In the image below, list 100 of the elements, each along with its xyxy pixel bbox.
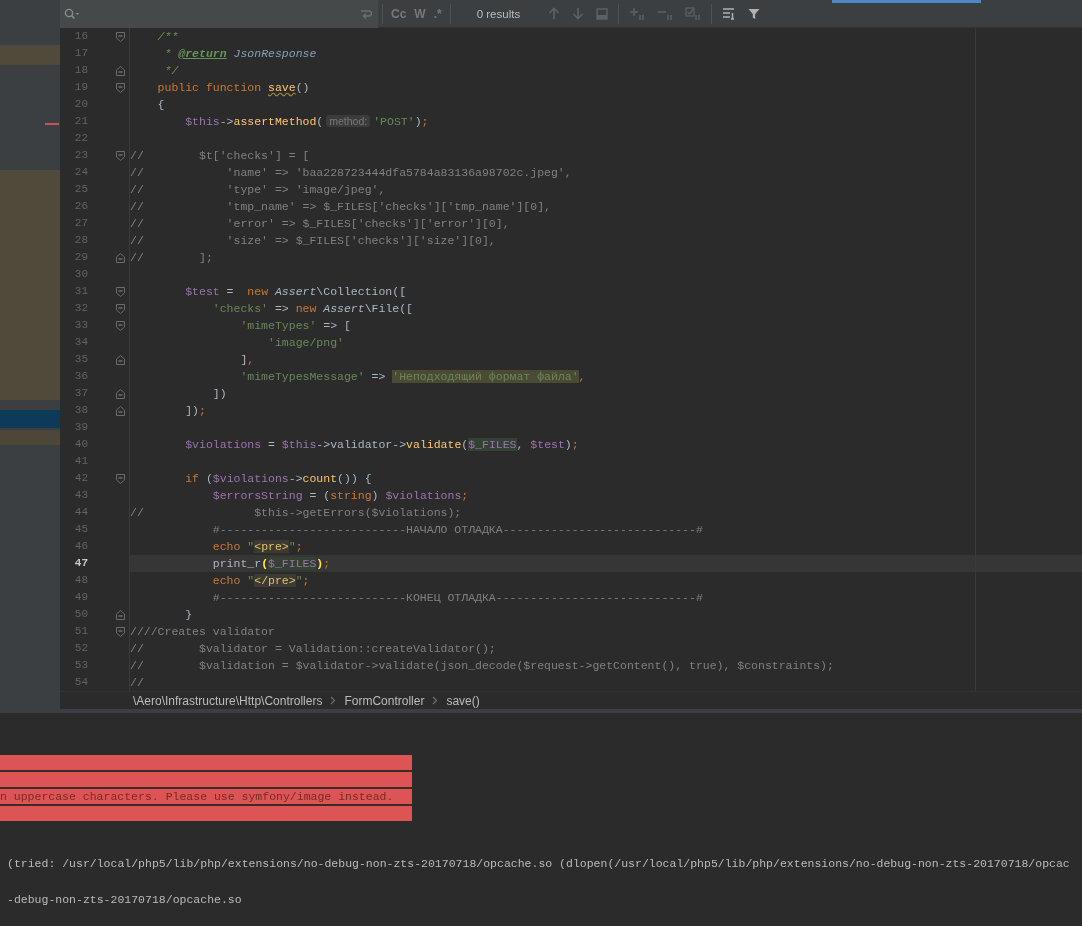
code-line: $this->assertMethod( method: 'POST'); [184,114,430,130]
code-line: $test = new Assert\Collection([ [184,284,408,300]
code-line: echo "<pre>"; [211,539,304,555]
code-line: // [130,675,145,691]
chevron-icon [330,696,337,705]
fold-icon[interactable] [116,609,125,620]
fold-icon[interactable] [116,286,125,297]
fold-icon[interactable] [116,405,125,416]
row-highlight [0,430,60,445]
line-number: 40 [73,437,88,452]
code-line: ]) [211,386,228,402]
error-message: n uppercase characters. Please use symfony/image instead. [0,789,412,804]
search-icon[interactable] [64,7,80,20]
fold-icon[interactable] [116,626,125,637]
line-number: 22 [73,131,88,146]
code-line: // ]; [130,250,214,266]
code-line: // 'tmp_name' => $_FILES['checks']['tmp_name'][0], [130,199,552,215]
fold-icon[interactable] [116,82,125,93]
line-number: 47 [73,556,88,571]
code-line: // 'size' => $_FILES['checks']['size'][0], [130,233,497,249]
line-number: 27 [73,216,88,231]
code-line: 'mimeTypes' => [ [239,318,352,334]
code-line: 'image/png' [267,335,345,351]
code-line: #---------------------------КОНЕЦ ОТЛАДКА-----------------------------# [211,590,704,606]
list-icon[interactable] [722,7,737,20]
code-line: { [156,97,166,113]
line-number: 48 [73,573,88,588]
fold-icon[interactable] [116,388,125,399]
line-number: 21 [73,114,88,129]
code-line: */ [163,63,180,79]
row-highlight [0,45,60,65]
code-line: #---------------------------НАЧАЛО ОТЛАДКА----------------------------# [211,522,704,538]
fold-icon[interactable] [116,252,125,263]
line-number: 52 [73,641,88,656]
fold-icon[interactable] [116,303,125,314]
line-number: 50 [73,607,88,622]
error-marker [45,123,59,125]
code-line: 'checks' => new Assert\File([ [211,301,414,317]
line-number: 32 [73,301,88,316]
code-line: $errorsString = (string) $violations; [211,488,470,504]
wrap-icon[interactable] [360,7,372,20]
line-number: 51 [73,624,88,639]
line-number: 25 [73,182,88,197]
code-line: } [184,607,194,623]
fold-icon[interactable] [116,354,125,365]
line-number: 34 [73,335,88,350]
code-line: 'mimeTypesMessage' => 'Неподходящий формат файла', [239,369,587,385]
line-number: 20 [73,97,88,112]
down-arrow-icon[interactable] [572,7,585,20]
line-number: 54 [73,675,88,690]
fold-icon[interactable] [116,320,125,331]
line-number: 31 [73,284,88,299]
fold-icon[interactable] [116,65,125,76]
line-number: 29 [73,250,88,265]
code-line: // 'error' => $_FILES['checks']['error'][0], [130,216,511,232]
select-all-icon[interactable] [685,6,702,21]
fold-icon[interactable] [116,150,125,161]
line-number: 19 [73,80,88,95]
code-line: $violations = $this->validator->validate($_FILES, $test); [184,437,580,453]
line-number: 26 [73,199,88,214]
line-number: 39 [73,420,88,435]
code-line: /** [156,29,180,45]
filter-icon[interactable] [748,7,761,20]
breadcrumb-item[interactable]: save() [446,693,480,708]
code-line: if ($violations->count()) { [184,471,373,487]
line-number: 44 [73,505,88,520]
code-line: // $this->getErrors($violations); [130,505,463,521]
up-arrow-icon[interactable] [548,7,561,20]
line-number: 37 [73,386,88,401]
code-line: ////Creates validator [130,624,276,640]
code-line: // $t['checks'] = [ [130,148,311,164]
line-number: 43 [73,488,88,503]
breadcrumb-item[interactable]: \Aero\Infrastructure\Http\Controllers [133,693,323,708]
line-number: 18 [73,63,88,78]
line-number: 33 [73,318,88,333]
search-field[interactable] [60,0,378,28]
code-line: public function save() [156,80,311,96]
window-icon[interactable] [596,7,609,20]
code-line: // 'name' => 'baa228723444dfa5784a83136a98702c.jpeg', [130,165,573,181]
line-number: 49 [73,590,88,605]
line-number: 24 [73,165,88,180]
results-count: 0 results [476,7,521,20]
fold-icon[interactable] [116,31,125,42]
line-number: 53 [73,658,88,673]
code-line: * @return JsonResponse [163,46,318,62]
line-number: 45 [73,522,88,537]
code-line: // 'type' => 'image/jpeg', [130,182,387,198]
line-number: 17 [73,46,88,61]
code-line: ], [239,352,256,368]
code-line: // $validation = $validator->validate(json_decode($request->getContent(), true), $constraints); [130,658,835,674]
code-line: // $validator = Validation::createValidator(); [130,641,497,657]
code-line: ]); [184,403,207,419]
add-occurrence-icon[interactable] [629,6,646,21]
line-number: 46 [73,539,88,554]
line-number: 28 [73,233,88,248]
breadcrumb-item[interactable]: FormController [344,693,425,708]
console-line: -debug-non-zts-20170718/opcache.so [7,892,243,908]
fold-icon[interactable] [116,473,125,484]
line-number: 23 [73,148,88,163]
console-line: (tried: /usr/local/php5/lib/php/extensions/no-debug-non-zts-20170718/opcache.so (dlopen(/usr/local/php5/lib/php/extensions/no-debug-non-zts-20170718/opcac [7,856,1071,872]
